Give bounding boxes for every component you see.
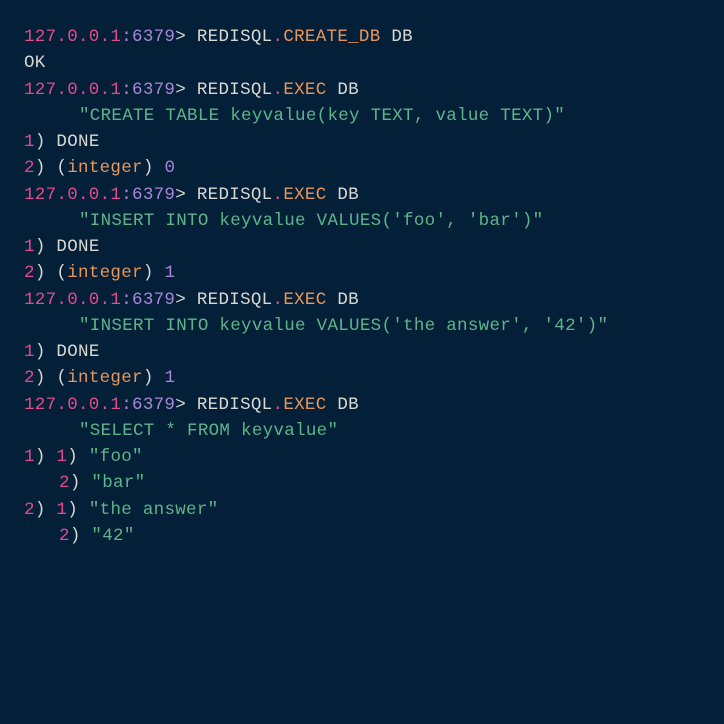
- cmd-dot: .: [273, 185, 284, 205]
- result-row-1-1: 1) 1) "foo": [24, 444, 700, 470]
- cmd-exec: EXEC: [283, 290, 326, 310]
- colon: :: [121, 185, 132, 205]
- result-line-int: 2) (integer) 1: [24, 365, 700, 391]
- port: 6379: [132, 80, 175, 100]
- cmd-redisql: REDISQL: [197, 290, 273, 310]
- prompt-line-1: 127.0.0.1:6379> REDISQL.CREATE_DB DB: [24, 24, 700, 50]
- cmd-arg-db: DB: [337, 80, 359, 100]
- prompt-line-5: 127.0.0.1:6379> REDISQL.EXEC DB: [24, 392, 700, 418]
- sql-insert-foo: "INSERT INTO keyvalue VALUES('foo', 'bar…: [24, 208, 700, 234]
- prompt-gt: >: [175, 185, 186, 205]
- result-row-2-2: 2) "42": [24, 523, 700, 549]
- colon: :: [121, 290, 132, 310]
- prompt-gt: >: [175, 27, 186, 47]
- cmd-exec: EXEC: [283, 185, 326, 205]
- prompt-gt: >: [175, 80, 186, 100]
- port: 6379: [132, 27, 175, 47]
- cmd-redisql: REDISQL: [197, 185, 273, 205]
- prompt-line-2: 127.0.0.1:6379> REDISQL.EXEC DB: [24, 77, 700, 103]
- colon: :: [121, 80, 132, 100]
- cmd-dot: .: [273, 290, 284, 310]
- cmd-exec: EXEC: [283, 395, 326, 415]
- sql-insert-answer: "INSERT INTO keyvalue VALUES('the answer…: [24, 313, 700, 339]
- port: 6379: [132, 185, 175, 205]
- prompt-gt: >: [175, 395, 186, 415]
- port: 6379: [132, 290, 175, 310]
- ip-addr: 127.0.0.1: [24, 185, 121, 205]
- cmd-arg-db: DB: [337, 290, 359, 310]
- ip-addr: 127.0.0.1: [24, 80, 121, 100]
- result-line-int: 2) (integer) 0: [24, 155, 700, 181]
- cmd-dot: .: [273, 395, 284, 415]
- cmd-redisql: REDISQL: [197, 395, 273, 415]
- cmd-exec: EXEC: [283, 80, 326, 100]
- ip-addr: 127.0.0.1: [24, 27, 121, 47]
- cmd-arg-db: DB: [337, 185, 359, 205]
- result-line-done: 1) DONE: [24, 129, 700, 155]
- cmd-dot: .: [273, 27, 284, 47]
- prompt-line-4: 127.0.0.1:6379> REDISQL.EXEC DB: [24, 287, 700, 313]
- result-line-done: 1) DONE: [24, 339, 700, 365]
- cmd-redisql: REDISQL: [197, 27, 273, 47]
- prompt-gt: >: [175, 290, 186, 310]
- result-row-1-2: 2) "bar": [24, 470, 700, 496]
- result-line-int: 2) (integer) 1: [24, 260, 700, 286]
- cmd-arg-db: DB: [337, 395, 359, 415]
- result-line-done: 1) DONE: [24, 234, 700, 260]
- terminal-output: 127.0.0.1:6379> REDISQL.CREATE_DB DB OK …: [24, 24, 700, 549]
- prompt-line-3: 127.0.0.1:6379> REDISQL.EXEC DB: [24, 182, 700, 208]
- cmd-arg-db: DB: [391, 27, 413, 47]
- colon: :: [121, 27, 132, 47]
- cmd-dot: .: [273, 80, 284, 100]
- result-ok: OK: [24, 50, 700, 76]
- ip-addr: 127.0.0.1: [24, 395, 121, 415]
- sql-select: "SELECT * FROM keyvalue": [24, 418, 700, 444]
- sql-create-table: "CREATE TABLE keyvalue(key TEXT, value T…: [24, 103, 700, 129]
- ip-addr: 127.0.0.1: [24, 290, 121, 310]
- result-row-2-1: 2) 1) "the answer": [24, 497, 700, 523]
- colon: :: [121, 395, 132, 415]
- cmd-redisql: REDISQL: [197, 80, 273, 100]
- port: 6379: [132, 395, 175, 415]
- cmd-createdb: CREATE_DB: [283, 27, 380, 47]
